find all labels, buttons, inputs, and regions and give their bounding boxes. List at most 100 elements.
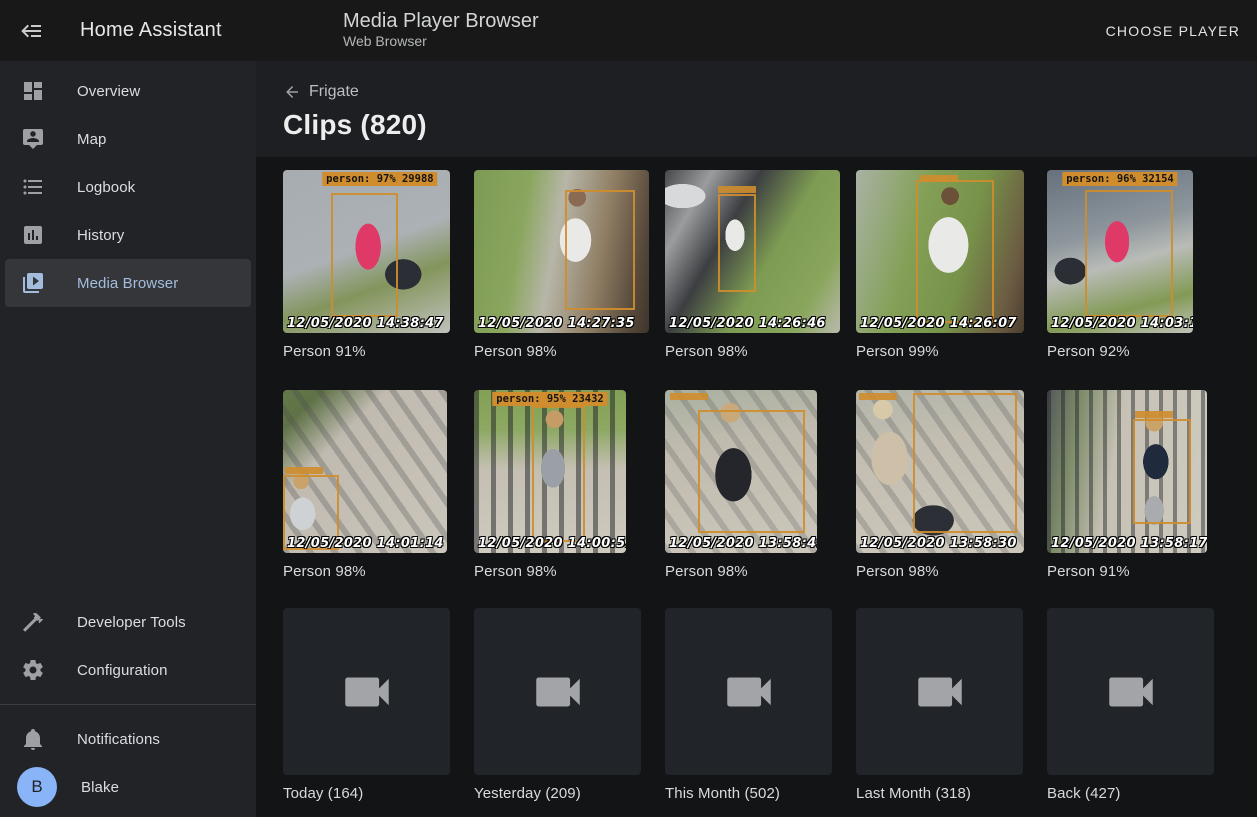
folder-caption: Last Month (318) xyxy=(856,785,1047,802)
clip-item[interactable]: person: 95% 23432 12/05/2020 14:00:52 Pe… xyxy=(474,390,665,580)
sidebar-spacer xyxy=(0,307,256,598)
media-browser-panel: Frigate Clips (820) person: 97% 29988 12… xyxy=(256,61,1257,817)
folder-caption: Yesterday (209) xyxy=(474,785,665,802)
person-bounding-box xyxy=(1085,190,1173,317)
view-dashboard-icon xyxy=(21,79,45,103)
sidebar-item-logbook[interactable]: Logbook xyxy=(5,163,251,211)
sidebar-item-map[interactable]: Map xyxy=(5,115,251,163)
clip-item[interactable]: 12/05/2020 14:26:46 Person 98% xyxy=(665,170,856,360)
timestamp-overlay: 12/05/2020 14:00:52 xyxy=(478,536,626,551)
mini-detection-label xyxy=(285,467,323,474)
sidebar-item-label: Developer Tools xyxy=(77,614,186,631)
clip-item[interactable]: person: 97% 29988 12/05/2020 14:38:47 Pe… xyxy=(283,170,474,360)
avatar: B xyxy=(17,767,57,807)
mini-detection-label xyxy=(670,393,708,400)
sidebar: Overview Map Logbook History Media Brows… xyxy=(0,61,256,817)
breadcrumb-back-link[interactable]: Frigate xyxy=(283,83,359,101)
folder-item[interactable]: Last Month (318) xyxy=(856,608,1047,802)
clip-thumbnail: person: 95% 23432 12/05/2020 14:00:52 xyxy=(474,390,626,553)
format-list-bulleted-icon xyxy=(21,175,45,199)
clip-item[interactable]: 12/05/2020 14:01:14 Person 98% xyxy=(283,390,474,580)
clip-caption: Person 98% xyxy=(665,563,856,580)
sidebar-item-label: Map xyxy=(77,131,106,148)
clip-item[interactable]: 12/05/2020 13:58:49 Person 98% xyxy=(665,390,856,580)
timestamp-overlay: 12/05/2020 14:26:07 xyxy=(860,316,1017,331)
tooltip-account-icon xyxy=(21,127,45,151)
person-bounding-box xyxy=(532,406,585,541)
detection-label: person: 96% 32154 xyxy=(1062,172,1177,186)
timestamp-overlay: 12/05/2020 14:27:35 xyxy=(478,316,635,331)
clip-thumbnail: person: 97% 29988 12/05/2020 14:38:47 xyxy=(283,170,450,333)
sidebar-item-developer-tools[interactable]: Developer Tools xyxy=(5,598,251,646)
timestamp-overlay: 12/05/2020 13:58:17 xyxy=(1051,536,1207,551)
clip-thumbnail: 12/05/2020 14:27:35 xyxy=(474,170,649,333)
app-header: Home Assistant Media Player Browser Web … xyxy=(0,0,1257,61)
detection-label: person: 97% 29988 xyxy=(322,172,437,186)
folder-caption: Today (164) xyxy=(283,785,474,802)
folder-item[interactable]: This Month (502) xyxy=(665,608,856,802)
clip-item[interactable]: person: 96% 32154 12/05/2020 14:03:17 Pe… xyxy=(1047,170,1238,360)
hammer-icon xyxy=(21,610,45,634)
sidebar-item-label: History xyxy=(77,227,124,244)
folder-card xyxy=(283,608,450,775)
video-camera-icon xyxy=(1102,663,1160,721)
sidebar-item-label: Notifications xyxy=(77,731,160,748)
sidebar-item-notifications[interactable]: Notifications xyxy=(5,715,251,763)
panel-title: Media Player Browser xyxy=(343,9,539,33)
folder-caption: Back (427) xyxy=(1047,785,1238,802)
clip-item[interactable]: 12/05/2020 14:26:07 Person 99% xyxy=(856,170,1047,360)
folder-item[interactable]: Back (427) xyxy=(1047,608,1238,802)
sidebar-item-history[interactable]: History xyxy=(5,211,251,259)
detection-label: person: 95% 23432 xyxy=(492,392,607,406)
sidebar-item-label: Media Browser xyxy=(77,275,178,292)
sidebar-item-user-profile[interactable]: B Blake xyxy=(5,763,251,811)
folder-item[interactable]: Yesterday (209) xyxy=(474,608,665,802)
panel-header: Frigate Clips (820) xyxy=(256,61,1257,157)
timestamp-overlay: 12/05/2020 14:03:17 xyxy=(1051,316,1193,331)
clip-thumbnail: 12/05/2020 13:58:17 xyxy=(1047,390,1207,553)
sidebar-item-configuration[interactable]: Configuration xyxy=(5,646,251,694)
mini-detection-label xyxy=(920,175,958,182)
media-grid-area: person: 97% 29988 12/05/2020 14:38:47 Pe… xyxy=(256,157,1257,802)
page-title: Clips (820) xyxy=(283,109,1257,141)
timestamp-overlay: 12/05/2020 14:01:14 xyxy=(287,536,444,551)
clip-item[interactable]: 12/05/2020 14:27:35 Person 98% xyxy=(474,170,665,360)
clip-thumbnail: person: 96% 32154 12/05/2020 14:03:17 xyxy=(1047,170,1193,333)
clip-caption: Person 91% xyxy=(1047,563,1238,580)
folder-item[interactable]: Today (164) xyxy=(283,608,474,802)
clip-caption: Person 99% xyxy=(856,343,1047,360)
clip-caption: Person 98% xyxy=(474,343,665,360)
clip-thumbnail: 12/05/2020 13:58:30 xyxy=(856,390,1024,553)
clip-item[interactable]: 12/05/2020 13:58:30 Person 98% xyxy=(856,390,1047,580)
breadcrumb-label: Frigate xyxy=(309,83,359,101)
panel-subtitle: Web Browser xyxy=(343,33,539,50)
clip-thumbnail: 12/05/2020 14:26:07 xyxy=(856,170,1024,333)
folder-card xyxy=(665,608,832,775)
clip-caption: Person 98% xyxy=(283,563,474,580)
clip-item[interactable]: 12/05/2020 13:58:17 Person 91% xyxy=(1047,390,1238,580)
clip-thumbnail: 12/05/2020 14:26:46 xyxy=(665,170,840,333)
person-bounding-box xyxy=(1133,419,1191,523)
sidebar-header: Home Assistant xyxy=(0,0,256,61)
choose-player-button[interactable]: CHOOSE PLAYER xyxy=(1106,0,1240,61)
sidebar-item-media-browser[interactable]: Media Browser xyxy=(5,259,251,307)
clip-caption: Person 92% xyxy=(1047,343,1238,360)
timestamp-overlay: 12/05/2020 13:58:30 xyxy=(860,536,1017,551)
sidebar-item-label: Configuration xyxy=(77,662,168,679)
panel-title-block: Media Player Browser Web Browser xyxy=(343,11,539,50)
clip-thumbnail: 12/05/2020 14:01:14 xyxy=(283,390,447,553)
sidebar-item-overview[interactable]: Overview xyxy=(5,67,251,115)
sidebar-toggle-icon[interactable] xyxy=(20,19,44,43)
folder-card xyxy=(1047,608,1214,775)
timestamp-overlay: 12/05/2020 14:26:46 xyxy=(669,316,826,331)
person-bounding-box xyxy=(913,393,1017,533)
cog-icon xyxy=(21,658,45,682)
sidebar-divider xyxy=(0,704,256,705)
video-camera-icon xyxy=(529,663,587,721)
video-camera-icon xyxy=(720,663,778,721)
folders-grid: Today (164) Yesterday (209) xyxy=(283,608,1257,802)
clip-caption: Person 91% xyxy=(283,343,474,360)
timestamp-overlay: 12/05/2020 13:58:49 xyxy=(669,536,817,551)
sidebar-bottom: Notifications B Blake xyxy=(0,715,256,817)
video-camera-icon xyxy=(911,663,969,721)
